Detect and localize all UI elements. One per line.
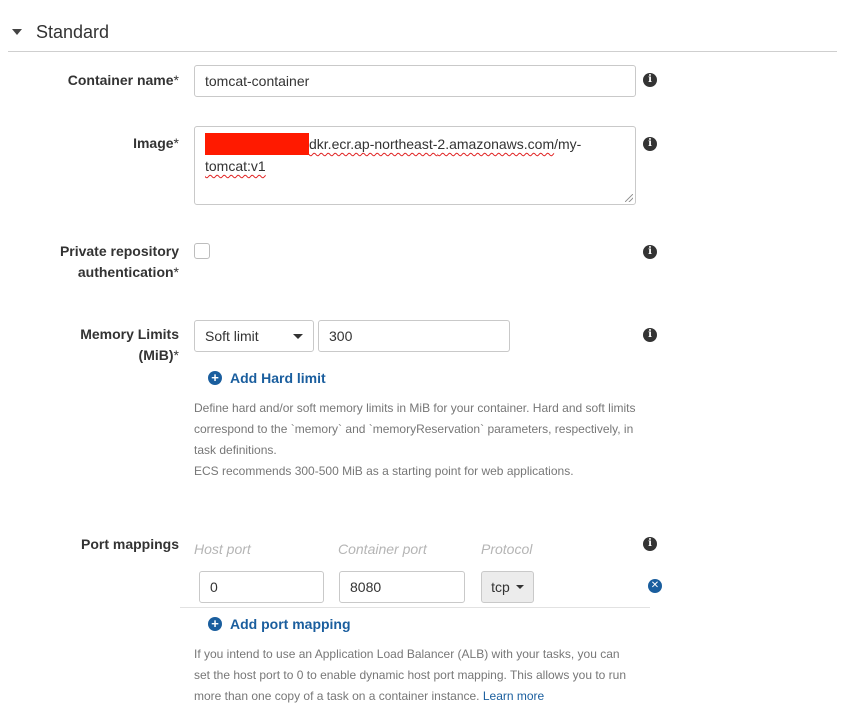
section-header-standard[interactable]: Standard	[12, 18, 109, 46]
add-port-mapping-link[interactable]: + Add port mapping	[208, 615, 351, 633]
private-repo-label: Private repository authentication*	[59, 243, 179, 280]
protocol-column-header: Protocol	[481, 541, 533, 557]
memory-limit-input[interactable]: 300	[318, 320, 510, 352]
memory-limit-type-select[interactable]: Soft limit	[194, 320, 314, 352]
port-row-divider	[180, 607, 650, 608]
private-repo-checkbox[interactable]	[194, 243, 210, 259]
container-name-input[interactable]: tomcat-container	[194, 65, 636, 97]
memory-help-text: Define hard and/or soft memory limits in…	[194, 401, 636, 478]
container-name-label: Container name*	[67, 72, 179, 88]
port-mappings-help-text: If you intend to use an Application Load…	[194, 647, 627, 703]
info-icon[interactable]: i	[643, 537, 657, 551]
container-port-input[interactable]: 8080	[339, 571, 465, 603]
plus-circle-icon: +	[208, 617, 222, 631]
chevron-down-icon	[515, 585, 524, 589]
image-line-2: tomcat:v1	[205, 158, 266, 174]
learn-more-link[interactable]: Learn more	[483, 689, 544, 703]
container-port-column-header: Container port	[338, 541, 427, 557]
port-mappings-label: Port mappings	[80, 536, 179, 552]
remove-port-mapping-icon[interactable]: ✕	[648, 579, 662, 593]
container-name-value: tomcat-container	[205, 73, 310, 89]
info-icon[interactable]: i	[643, 137, 657, 151]
image-label: Image*	[133, 135, 179, 151]
info-icon[interactable]: i	[643, 328, 657, 342]
add-hard-limit-link[interactable]: + Add Hard limit	[208, 369, 326, 387]
image-line-1: dkr.ecr.ap-northeast-2.amazonaws.com/my-	[205, 133, 625, 155]
resize-grip-icon[interactable]	[625, 194, 633, 202]
info-icon[interactable]: i	[643, 245, 657, 259]
host-port-input[interactable]: 0	[199, 571, 324, 603]
image-textarea[interactable]: dkr.ecr.ap-northeast-2.amazonaws.com/my-…	[194, 126, 636, 205]
collapse-caret-icon[interactable]	[12, 29, 22, 35]
plus-circle-icon: +	[208, 371, 222, 385]
protocol-dropdown-button[interactable]: tcp	[481, 571, 534, 603]
memory-limits-label: Memory Limits (MiB)*	[80, 326, 179, 363]
info-icon[interactable]: i	[643, 73, 657, 87]
section-divider	[8, 51, 837, 52]
redacted-block	[205, 133, 309, 155]
host-port-column-header: Host port	[194, 541, 251, 557]
section-title: Standard	[36, 21, 110, 42]
chevron-down-icon	[293, 333, 303, 339]
